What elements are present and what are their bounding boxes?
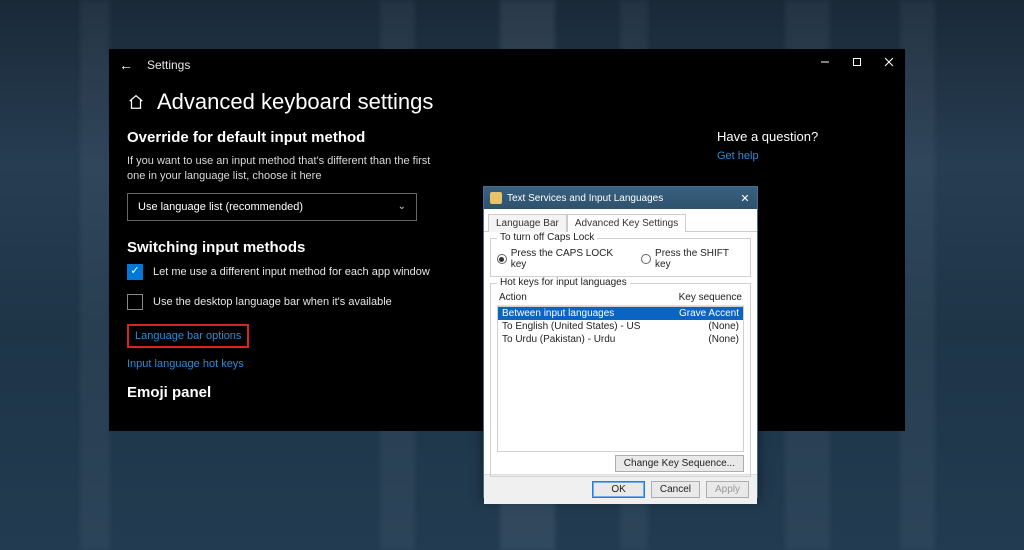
dialog-footer: OK Cancel Apply <box>484 474 757 504</box>
dialog-tabs: Language Bar Advanced Key Settings <box>484 209 757 232</box>
highlight-annotation: Language bar options <box>127 324 249 348</box>
window-title: Settings <box>147 58 190 72</box>
radio-capslock-key[interactable]: Press the CAPS LOCK key <box>497 248 627 270</box>
cell-keyseq: (None) <box>708 321 739 332</box>
text-services-dialog: Text Services and Input Languages ✕ Lang… <box>483 186 758 498</box>
dialog-close-button[interactable]: ✕ <box>737 191 753 205</box>
checkbox-label: Let me use a different input method for … <box>153 266 430 278</box>
window-controls <box>809 49 905 75</box>
radio-label: Press the CAPS LOCK key <box>511 248 628 270</box>
help-title: Have a question? <box>717 129 818 144</box>
dialog-title: Text Services and Input Languages <box>507 193 663 204</box>
back-icon[interactable]: ← <box>119 57 133 73</box>
cell-action: Between input languages <box>502 308 614 319</box>
dialog-icon <box>490 192 502 204</box>
checkbox-icon <box>127 264 143 280</box>
chevron-down-icon: ⌄ <box>398 201 406 212</box>
cell-keyseq: Grave Accent <box>679 308 739 319</box>
radio-label: Press the SHIFT key <box>655 248 744 270</box>
minimize-button[interactable] <box>809 49 841 75</box>
override-heading: Override for default input method <box>127 129 557 146</box>
checkbox-label: Use the desktop language bar when it's a… <box>153 296 392 308</box>
titlebar: ← Settings <box>109 49 905 75</box>
radio-shift-key[interactable]: Press the SHIFT key <box>641 248 744 270</box>
group-legend: To turn off Caps Lock <box>497 232 597 243</box>
cell-action: To Urdu (Pakistan) - Urdu <box>502 334 615 345</box>
radio-icon <box>497 254 507 264</box>
page-header: Advanced keyboard settings <box>109 75 905 125</box>
capslock-group: To turn off Caps Lock Press the CAPS LOC… <box>490 238 751 277</box>
tab-advanced-key-settings[interactable]: Advanced Key Settings <box>567 214 686 232</box>
apply-button[interactable]: Apply <box>706 481 749 498</box>
change-key-sequence-button[interactable]: Change Key Sequence... <box>615 455 744 472</box>
cell-action: To English (United States) - US <box>502 321 640 332</box>
ok-button[interactable]: OK <box>592 481 644 498</box>
cancel-button[interactable]: Cancel <box>651 481 700 498</box>
hotkeys-group: Hot keys for input languages Action Key … <box>490 283 751 477</box>
maximize-button[interactable] <box>841 49 873 75</box>
get-help-link[interactable]: Get help <box>717 150 818 162</box>
hotkeys-list[interactable]: Between input languages Grave Accent To … <box>497 306 744 452</box>
list-item[interactable]: To English (United States) - US (None) <box>498 320 743 333</box>
dropdown-value: Use language list (recommended) <box>138 201 303 213</box>
checkbox-icon <box>127 294 143 310</box>
col-action: Action <box>499 292 527 303</box>
list-item[interactable]: Between input languages Grave Accent <box>498 307 743 320</box>
language-bar-options-link[interactable]: Language bar options <box>135 330 241 342</box>
radio-icon <box>641 254 651 264</box>
tab-language-bar[interactable]: Language Bar <box>488 214 567 232</box>
close-button[interactable] <box>873 49 905 75</box>
list-item[interactable]: To Urdu (Pakistan) - Urdu (None) <box>498 333 743 346</box>
home-icon[interactable] <box>127 93 145 111</box>
page-title: Advanced keyboard settings <box>157 89 433 115</box>
cell-keyseq: (None) <box>708 334 739 345</box>
list-header: Action Key sequence <box>497 290 744 306</box>
override-description: If you want to use an input method that'… <box>127 154 437 185</box>
dialog-body: To turn off Caps Lock Press the CAPS LOC… <box>484 232 757 474</box>
dialog-titlebar: Text Services and Input Languages ✕ <box>484 187 757 209</box>
input-method-dropdown[interactable]: Use language list (recommended) ⌄ <box>127 193 417 221</box>
group-legend: Hot keys for input languages <box>497 277 630 288</box>
col-keyseq: Key sequence <box>679 292 742 303</box>
